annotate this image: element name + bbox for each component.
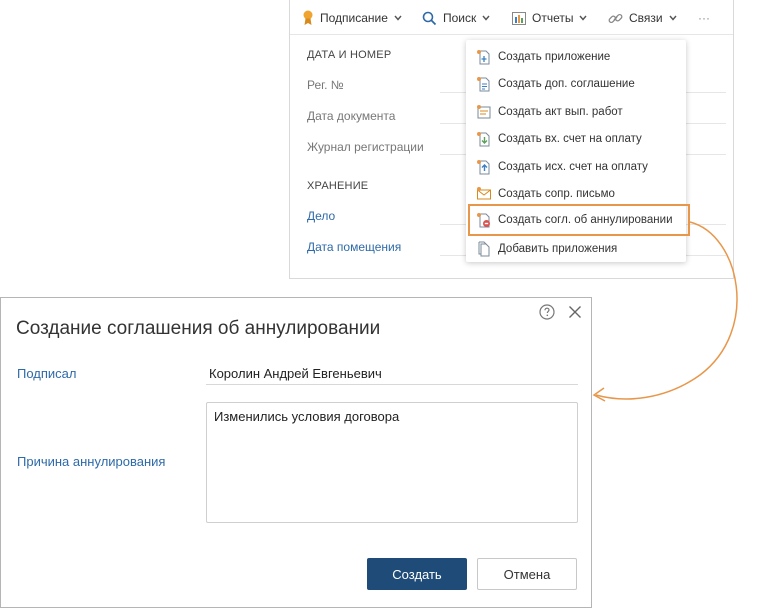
signing-menu-button[interactable]: Подписание: [302, 9, 402, 27]
links-label: Связи: [629, 11, 663, 25]
menu-item-label: Создать приложение: [498, 51, 611, 63]
act-add-icon: [477, 105, 491, 119]
outgoing-invoice-icon: [477, 160, 490, 175]
more-button[interactable]: ···: [698, 9, 710, 27]
chevron-down-icon: [394, 15, 402, 21]
journal-label: Журнал регистрации: [307, 140, 424, 154]
search-icon: [422, 11, 437, 25]
close-icon[interactable]: [568, 305, 582, 319]
menu-item-add-attachments[interactable]: Добавить приложения: [466, 237, 686, 261]
chevron-down-icon: [579, 15, 588, 21]
menu-item-create-work-act[interactable]: Создать акт вып. работ: [466, 100, 686, 124]
chevron-down-icon: [482, 15, 490, 21]
menu-item-label: Создать вх. счет на оплату: [498, 133, 642, 145]
search-menu-button[interactable]: Поиск: [422, 9, 490, 27]
reg-number-label: Рег. №: [307, 78, 344, 92]
menu-item-label: Создать исх. счет на оплату: [498, 161, 648, 173]
signing-icon: [303, 10, 313, 25]
incoming-invoice-icon: [477, 132, 490, 147]
chevron-down-icon: [669, 15, 677, 21]
search-label: Поиск: [443, 11, 477, 25]
case-label[interactable]: Дело: [307, 209, 335, 223]
menu-item-create-attachment[interactable]: Создать приложение: [466, 45, 686, 69]
menu-item-label: Создать доп. соглашение: [498, 78, 635, 90]
signed-by-label: Подписал: [17, 366, 77, 381]
cancellation-reason-label: Причина аннулирования: [17, 454, 166, 469]
reports-menu-button[interactable]: Отчеты: [512, 9, 588, 27]
agreement-add-icon: [477, 77, 490, 92]
menu-item-create-supplementary-agreement[interactable]: Создать доп. соглашение: [466, 72, 686, 96]
dialog-title: Создание соглашения об аннулировании: [16, 318, 381, 339]
create-button[interactable]: Создать: [367, 558, 467, 590]
reports-label: Отчеты: [532, 11, 574, 25]
menu-item-create-cancellation-agreement[interactable]: Создать согл. об аннулировании: [468, 204, 690, 236]
cancellation-reason-input[interactable]: Изменились условия договора: [206, 402, 578, 523]
menu-item-label: Создать акт вып. работ: [498, 106, 623, 118]
reports-chart-icon: [512, 11, 526, 25]
section-storage: ХРАНЕНИЕ: [307, 180, 369, 192]
help-icon[interactable]: [539, 304, 555, 320]
links-dropdown-menu: Создать приложение Создать доп. соглашен…: [466, 40, 690, 262]
menu-item-label: Добавить приложения: [498, 243, 618, 255]
cancel-agreement-icon: [477, 213, 490, 228]
menu-item-label: Создать сопр. письмо: [498, 188, 615, 200]
link-icon: [608, 13, 623, 23]
menu-item-create-cover-letter[interactable]: Создать сопр. письмо: [466, 182, 686, 206]
signing-label: Подписание: [320, 11, 388, 25]
menu-item-create-incoming-invoice[interactable]: Создать вх. счет на оплату: [466, 127, 686, 151]
letter-icon: [477, 187, 491, 200]
signed-by-underline: [206, 384, 578, 385]
doc-date-label: Дата документа: [307, 109, 396, 123]
add-attachments-icon: [478, 241, 490, 257]
menu-item-label: Создать согл. об аннулировании: [498, 214, 673, 226]
links-menu-button[interactable]: Связи: [608, 9, 677, 27]
toolbar: Подписание Поиск Отчеты Связи ···: [290, 0, 733, 35]
signed-by-field[interactable]: Королин Андрей Евгеньевич: [209, 366, 382, 381]
section-date-number: ДАТА И НОМЕР: [307, 49, 392, 61]
attachment-add-icon: [477, 50, 490, 65]
menu-item-create-outgoing-invoice[interactable]: Создать исх. счет на оплату: [466, 155, 686, 179]
more-icon: ···: [698, 11, 710, 25]
placement-date-label[interactable]: Дата помещения: [307, 240, 401, 254]
cancellation-agreement-dialog: Создание соглашения об аннулировании Под…: [0, 297, 592, 608]
cancel-button[interactable]: Отмена: [477, 558, 577, 590]
